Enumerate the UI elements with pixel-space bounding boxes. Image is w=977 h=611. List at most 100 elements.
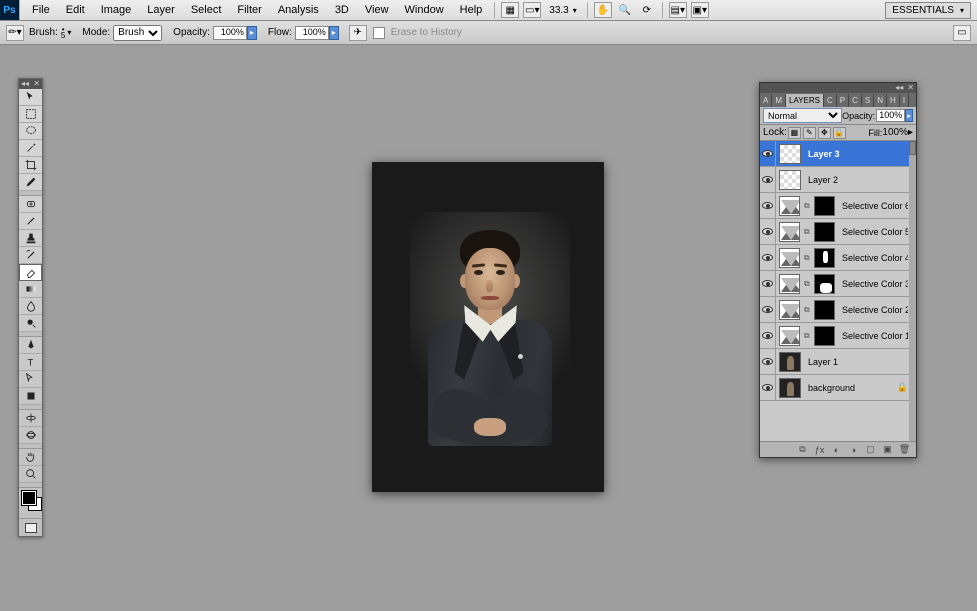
blur-tool[interactable] [19, 298, 42, 315]
group-icon[interactable]: ▢ [863, 444, 878, 456]
crop-tool[interactable] [19, 157, 42, 174]
layer-name[interactable]: Selective Color 3 [842, 279, 908, 289]
layer-row[interactable]: background 🔒 [760, 375, 916, 401]
menu-3d[interactable]: 3D [327, 4, 357, 16]
menu-select[interactable]: Select [183, 4, 230, 16]
opacity-arrow-icon[interactable]: ▸ [905, 109, 913, 122]
layer-name[interactable]: Selective Color 2 [842, 305, 908, 315]
mask-thumbnail[interactable] [814, 300, 835, 320]
menu-file[interactable]: File [24, 4, 58, 16]
layer-name[interactable]: Layer 2 [808, 175, 838, 185]
link-layers-icon[interactable]: ⧉ [795, 444, 810, 456]
scrollbar[interactable] [909, 141, 916, 441]
visibility-toggle[interactable] [760, 323, 776, 349]
lock-position-icon[interactable]: ✥ [818, 127, 831, 139]
fill-field[interactable]: 100% [882, 127, 908, 138]
mask-thumbnail[interactable] [814, 196, 835, 216]
eyedropper-tool[interactable] [19, 174, 42, 191]
layer-row[interactable]: ⧉ Selective Color 2 [760, 297, 916, 323]
opacity-arrow-icon[interactable]: ▸ [247, 26, 257, 40]
visibility-toggle[interactable] [760, 219, 776, 245]
mode-select[interactable]: Brush [113, 25, 162, 41]
menu-image[interactable]: Image [93, 4, 140, 16]
dodge-tool[interactable] [19, 315, 42, 332]
mask-icon[interactable]: ◐ [829, 444, 844, 456]
healing-tool[interactable] [19, 196, 42, 213]
menu-view[interactable]: View [357, 4, 397, 16]
layer-opacity-field[interactable]: 100% [876, 109, 905, 122]
wand-tool[interactable] [19, 140, 42, 157]
gradient-tool[interactable] [19, 281, 42, 298]
layer-thumbnail[interactable] [779, 144, 801, 164]
foreground-color[interactable] [22, 491, 36, 505]
menu-layer[interactable]: Layer [139, 4, 183, 16]
tab-channels[interactable]: C [824, 94, 837, 107]
layer-name[interactable]: background [808, 383, 855, 393]
opacity-field[interactable]: 100% [213, 26, 247, 40]
mask-thumbnail[interactable] [814, 222, 835, 242]
layer-name[interactable]: Layer 3 [808, 149, 840, 159]
lock-transparency-icon[interactable]: ▦ [788, 127, 801, 139]
adjustment-thumbnail[interactable] [779, 300, 800, 320]
delete-icon[interactable]: 🗑 [897, 444, 912, 456]
layer-thumbnail[interactable] [779, 352, 801, 372]
layer-row[interactable]: ⧉ Selective Color 4 [760, 245, 916, 271]
layer-row[interactable]: ⧉ Selective Color 3 [760, 271, 916, 297]
layer-name[interactable]: Selective Color 4 [842, 253, 908, 263]
lasso-tool[interactable] [19, 123, 42, 140]
type-tool[interactable]: T [19, 354, 42, 371]
layer-row[interactable]: Layer 3 [760, 141, 916, 167]
tab-layers[interactable]: LAYERS [786, 94, 824, 107]
color-swatches[interactable] [19, 488, 42, 514]
new-layer-icon[interactable]: ▣ [880, 444, 895, 456]
hand-tool[interactable] [19, 449, 42, 466]
panel-titlebar[interactable]: ◂◂✕ [760, 83, 916, 93]
move-tool[interactable] [19, 89, 42, 106]
layer-row[interactable]: ⧉ Selective Color 6 [760, 193, 916, 219]
menu-help[interactable]: Help [452, 4, 491, 16]
tab-masks[interactable]: M [772, 94, 786, 107]
mask-thumbnail[interactable] [814, 274, 835, 294]
fx-icon[interactable]: ƒx [812, 444, 827, 456]
tab-other5[interactable]: I [900, 94, 909, 107]
tab-other4[interactable]: H [887, 94, 900, 107]
workspace-switcher[interactable]: ESSENTIALS [885, 2, 971, 19]
visibility-toggle[interactable] [760, 349, 776, 375]
menu-window[interactable]: Window [397, 4, 452, 16]
adjustment-thumbnail[interactable] [779, 274, 800, 294]
tab-other3[interactable]: N [874, 94, 887, 107]
eraser-tool[interactable] [19, 264, 42, 281]
launch-bridge-icon[interactable]: ▦ [501, 2, 519, 18]
pen-tool[interactable] [19, 337, 42, 354]
lock-pixels-icon[interactable]: ✎ [803, 127, 816, 139]
layer-row[interactable]: ⧉ Selective Color 1 [760, 323, 916, 349]
stamp-tool[interactable] [19, 230, 42, 247]
tab-paths[interactable]: P [837, 94, 849, 107]
mask-thumbnail[interactable] [814, 248, 835, 268]
zoom-icon[interactable]: 🔍 [616, 2, 634, 18]
shape-tool[interactable] [19, 388, 42, 405]
hand-icon[interactable]: ✋ [594, 2, 612, 18]
adjustment-thumbnail[interactable] [779, 222, 800, 242]
fill-arrow-icon[interactable]: ▸ [908, 127, 913, 138]
tab-other2[interactable]: S [862, 94, 874, 107]
visibility-toggle[interactable] [760, 167, 776, 193]
layer-thumbnail[interactable] [779, 378, 801, 398]
layer-name[interactable]: Selective Color 6 [842, 201, 908, 211]
menu-edit[interactable]: Edit [58, 4, 93, 16]
lock-all-icon[interactable]: 🔒 [833, 127, 846, 139]
flow-arrow-icon[interactable]: ▸ [329, 26, 339, 40]
rotate-view-icon[interactable]: ⟳ [638, 2, 656, 18]
layer-row[interactable]: ⧉ Selective Color 5 [760, 219, 916, 245]
layer-name[interactable]: Selective Color 1 [842, 331, 908, 341]
visibility-toggle[interactable] [760, 271, 776, 297]
visibility-toggle[interactable] [760, 245, 776, 271]
adjustment-thumbnail[interactable] [779, 326, 800, 346]
visibility-toggle[interactable] [760, 193, 776, 219]
3d-rotate-tool[interactable] [19, 410, 42, 427]
brush-tool[interactable] [19, 213, 42, 230]
layer-row[interactable]: Layer 2 [760, 167, 916, 193]
screen-mode-icon[interactable]: ▣▾ [691, 2, 709, 18]
zoom-tool[interactable] [19, 466, 42, 483]
flow-field[interactable]: 100% [295, 26, 329, 40]
